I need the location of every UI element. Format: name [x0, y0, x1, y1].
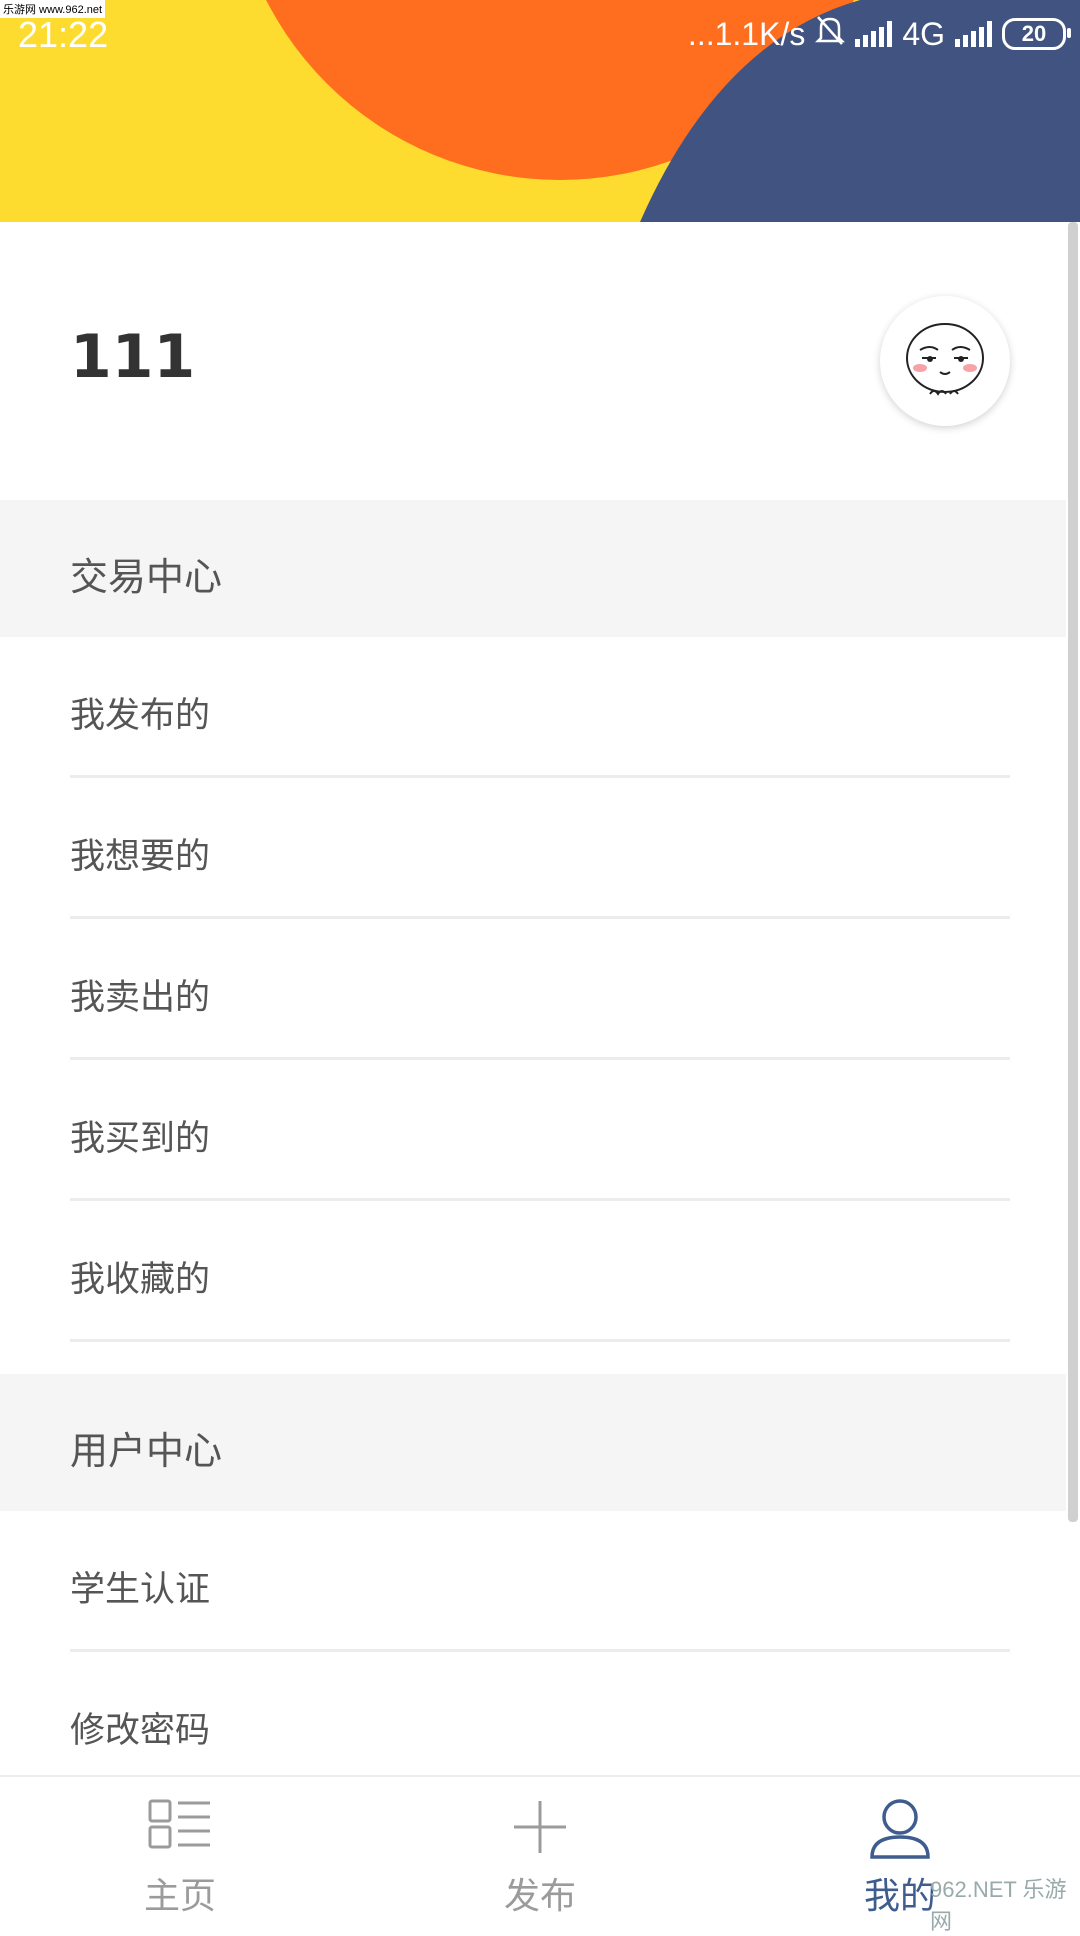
- plus-icon: [510, 1797, 570, 1861]
- face-avatar-icon: [906, 323, 984, 396]
- battery-icon: 20: [1002, 18, 1071, 50]
- signal-icon: [855, 21, 893, 47]
- bell-muted-icon: [815, 14, 846, 54]
- menu-item-label: 我收藏的: [70, 1260, 211, 1300]
- home-list-icon: [148, 1797, 212, 1857]
- user-icon: [868, 1797, 932, 1863]
- network-type: 4G: [902, 15, 945, 52]
- menu-item-my-sold[interactable]: 我卖出的: [0, 919, 1066, 1060]
- net-speed: ...1.1K/s: [687, 15, 806, 52]
- status-right-group: ...1.1K/s 4G 20: [687, 14, 1071, 54]
- nav-home[interactable]: 主页: [80, 1777, 280, 1922]
- status-time: 21:22: [18, 14, 109, 55]
- bottom-nav: 主页 发布 我的: [0, 1775, 1080, 1922]
- avatar[interactable]: [880, 296, 1010, 426]
- battery-level: 20: [1021, 21, 1047, 46]
- username: 111: [70, 322, 196, 392]
- status-bar: 乐游网 www.962.net 21:22 ...1.1K/s 4G 20: [0, 0, 1080, 76]
- menu-item-my-wanted[interactable]: 我想要的: [0, 778, 1066, 919]
- bottom-watermark: 962.NET 乐游网: [930, 1877, 1067, 1934]
- menu-item-label: 学生认证: [70, 1570, 211, 1610]
- section-header-user: 用户中心: [0, 1374, 1066, 1511]
- scrollbar[interactable]: [1068, 222, 1078, 1522]
- divider: [70, 1339, 1010, 1342]
- menu-item-student-verify[interactable]: 学生认证: [0, 1511, 1066, 1652]
- signal-icon-2: [955, 21, 992, 47]
- menu-item-label: 修改密码: [70, 1711, 211, 1751]
- section-title: 交易中心: [70, 555, 223, 599]
- menu-item-label: 我买到的: [70, 1119, 211, 1159]
- nav-label: 主页: [143, 1876, 216, 1917]
- menu-item-change-password[interactable]: 修改密码: [0, 1652, 1066, 1793]
- menu-item-my-favorites[interactable]: 我收藏的: [0, 1201, 1066, 1342]
- nav-label: 发布: [503, 1876, 576, 1917]
- menu-item-label: 我发布的: [70, 696, 211, 736]
- profile-card: 111: [0, 222, 1080, 500]
- section-title: 用户中心: [70, 1429, 223, 1473]
- nav-publish[interactable]: 发布: [440, 1777, 640, 1922]
- menu-item-label: 我卖出的: [70, 978, 211, 1018]
- section-header-trade: 交易中心: [0, 500, 1066, 637]
- menu-item-label: 我想要的: [70, 837, 211, 877]
- menu-item-my-published[interactable]: 我发布的: [0, 637, 1066, 778]
- menu-item-my-bought[interactable]: 我买到的: [0, 1060, 1066, 1201]
